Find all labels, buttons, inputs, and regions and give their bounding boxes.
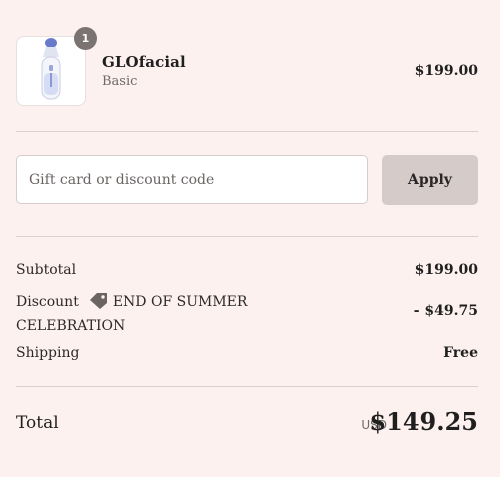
- subtotal-value: $199.00: [414, 262, 478, 278]
- shipping-value: Free: [443, 345, 478, 361]
- apply-button[interactable]: Apply: [382, 155, 478, 205]
- divider: [16, 386, 478, 387]
- shipping-label: Shipping: [16, 345, 80, 361]
- product-thumbnail: 1: [16, 27, 97, 106]
- product-name: GLOfacial: [102, 53, 186, 71]
- discount-value: - $49.75: [413, 303, 478, 319]
- discount-label: Discount: [16, 294, 79, 310]
- facial-device-image: [41, 38, 61, 100]
- subtotal-label: Subtotal: [16, 262, 77, 278]
- divider: [16, 131, 478, 132]
- product-price: $199.00: [414, 63, 478, 79]
- discount-row: Discount END OF SUMMER CELEBRATION: [16, 292, 316, 337]
- line-item: 1 GLOfacial Basic $199.00: [16, 27, 478, 106]
- total-label: Total: [16, 413, 59, 433]
- product-variant: Basic: [102, 74, 138, 89]
- discount-code-input[interactable]: [16, 155, 368, 204]
- total-value: $149.25: [369, 407, 478, 436]
- order-summary: 1 GLOfacial Basic $199.00 Apply Subtotal…: [16, 0, 478, 477]
- quantity-badge: 1: [74, 27, 97, 50]
- divider: [16, 236, 478, 237]
- tag-icon: [89, 292, 109, 316]
